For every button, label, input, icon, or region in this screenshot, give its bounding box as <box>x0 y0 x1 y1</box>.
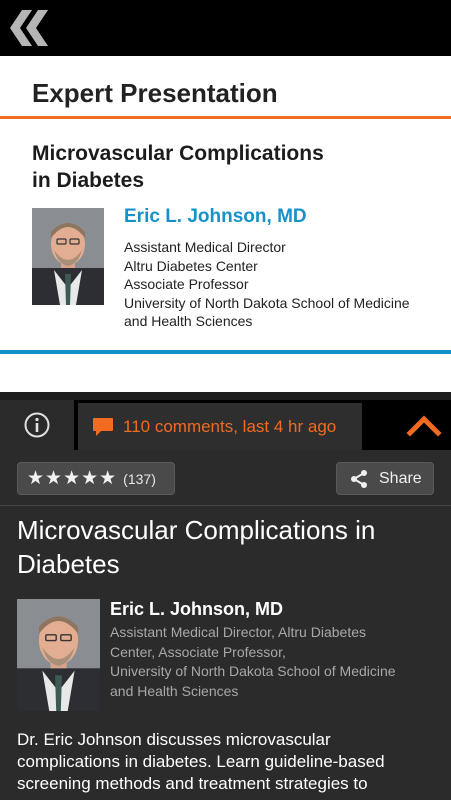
share-button[interactable]: Share <box>336 462 434 495</box>
description-line: complications in diabetes. Learn guideli… <box>17 752 385 771</box>
panel-divider <box>0 505 451 506</box>
share-label: Share <box>379 469 422 487</box>
description-line: screening methods and treatment strategi… <box>17 774 368 793</box>
top-bar <box>0 0 451 56</box>
slide-header: Expert Presentation <box>32 78 278 108</box>
tab-info[interactable] <box>0 400 74 450</box>
video-description: Dr. Eric Johnson discusses microvascular… <box>17 729 437 795</box>
slide-detail-line: Associate Professor <box>124 276 249 292</box>
slide-speaker-details: Assistant Medical Director Altru Diabete… <box>124 238 444 331</box>
slide-detail-line: Assistant Medical Director <box>124 239 286 255</box>
tab-comments[interactable]: 110 comments, last 4 hr ago <box>78 403 362 450</box>
star-rating: ★★★★★ <box>27 468 118 489</box>
rating-button[interactable]: ★★★★★ (137) <box>17 462 175 495</box>
video-title: Microvascular Complications in Diabetes <box>17 513 437 581</box>
description-line: Dr. Eric Johnson discusses microvascular <box>17 730 331 749</box>
speaker-name: Eric L. Johnson, MD <box>110 599 284 619</box>
presentation-slide[interactable]: Expert Presentation Microvascular Compli… <box>0 56 451 392</box>
speaker-details: Assistant Medical Director, Altru Diabet… <box>110 623 440 701</box>
orange-divider <box>0 116 451 119</box>
slide-detail-line: University of North Dakota School of Med… <box>124 294 410 311</box>
speaker-detail-line: and Health Sciences <box>110 682 239 699</box>
speaker-avatar <box>17 599 100 711</box>
info-panel: ★★★★★ (137) Share Microvascular Complica… <box>0 450 451 800</box>
back-button[interactable] <box>8 8 52 48</box>
double-chevron-left-icon <box>10 10 48 46</box>
info-circle-icon <box>24 412 50 438</box>
share-icon <box>351 469 367 488</box>
video-title-line: Microvascular Complications in <box>17 515 376 545</box>
speaker-detail-line: Assistant Medical Director, Altru Diabet… <box>110 624 366 640</box>
rating-count: (137) <box>123 470 156 487</box>
chevron-up-icon <box>406 415 442 437</box>
speech-bubble-icon <box>93 417 113 436</box>
slide-title-line: Microvascular Complications <box>32 142 324 165</box>
video-title-line: Diabetes <box>17 549 120 579</box>
speaker-detail-line: University of North Dakota School of Med… <box>110 663 396 679</box>
slide-title-line: in Diabetes <box>32 169 145 192</box>
tab-bar: 110 comments, last 4 hr ago <box>0 400 451 450</box>
slide-speaker-name: Eric L. Johnson, MD <box>124 206 307 227</box>
collapse-button[interactable] <box>406 412 442 438</box>
slide-detail-line: and Health Sciences <box>124 313 253 329</box>
slide-detail-line: Altru Diabetes Center <box>124 257 258 274</box>
blue-divider <box>0 350 451 354</box>
comments-summary: 110 comments, last 4 hr ago <box>123 416 337 436</box>
slide-title: Microvascular Complications in Diabetes <box>32 140 412 194</box>
speaker-detail-line: Center, Associate Professor, <box>110 643 286 660</box>
speaker-photo <box>32 208 104 305</box>
